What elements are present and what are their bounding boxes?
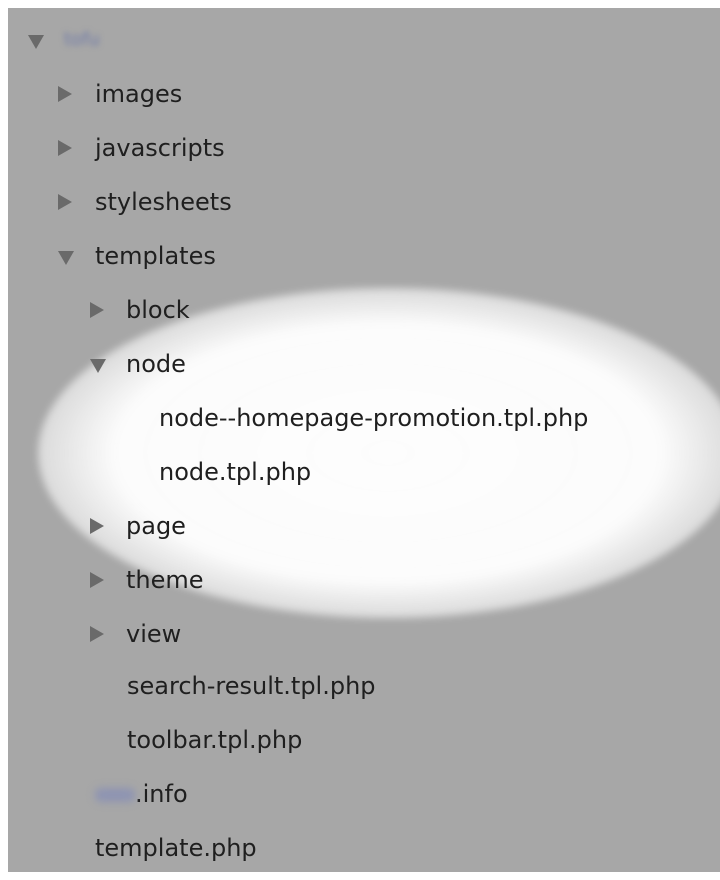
file-label: toolbar.tpl.php xyxy=(127,726,303,754)
redacted-name xyxy=(95,788,135,802)
tree-row-stylesheets[interactable]: stylesheets xyxy=(56,182,232,222)
folder-label: view xyxy=(126,620,182,648)
tree-row-templates[interactable]: templates xyxy=(56,236,216,276)
file-tree: tofu images javascripts stylesheets temp… xyxy=(8,8,720,872)
folder-label: templates xyxy=(95,242,216,270)
tree-row-block[interactable]: block xyxy=(88,290,190,330)
tree-row-root[interactable]: tofu xyxy=(24,20,144,60)
tree-row-file[interactable]: node--homepage-promotion.tpl.php xyxy=(159,398,588,438)
expanded-icon[interactable] xyxy=(90,359,106,373)
tree-row-javascripts[interactable]: javascripts xyxy=(56,128,225,168)
folder-label: theme xyxy=(126,566,204,594)
tree-row-file[interactable]: toolbar.tpl.php xyxy=(127,720,302,760)
folder-label: javascripts xyxy=(95,134,225,162)
file-tree-panel: tofu images javascripts stylesheets temp… xyxy=(8,8,720,872)
file-label: node.tpl.php xyxy=(159,458,312,486)
file-label: template.php xyxy=(95,834,257,862)
tree-row-node[interactable]: node xyxy=(88,344,186,384)
collapsed-icon[interactable] xyxy=(58,86,72,102)
expanded-icon[interactable] xyxy=(28,35,44,49)
tree-row-file[interactable]: template.php xyxy=(95,828,257,868)
folder-label: block xyxy=(126,296,190,324)
collapsed-icon[interactable] xyxy=(58,140,72,156)
tree-row-images[interactable]: images xyxy=(56,74,182,114)
tree-row-file[interactable]: search-result.tpl.php xyxy=(127,666,376,706)
collapsed-icon[interactable] xyxy=(90,518,104,534)
collapsed-icon[interactable] xyxy=(90,626,104,642)
folder-label: images xyxy=(95,80,183,108)
tree-row-page[interactable]: page xyxy=(88,506,186,546)
collapsed-icon[interactable] xyxy=(58,194,72,210)
tree-row-theme[interactable]: theme xyxy=(88,560,204,600)
file-label-suffix: .info xyxy=(135,780,188,808)
tree-row-file[interactable]: node.tpl.php xyxy=(159,452,311,492)
file-label: search-result.tpl.php xyxy=(127,672,376,700)
folder-label: stylesheets xyxy=(95,188,232,216)
folder-label: page xyxy=(126,512,186,540)
expanded-icon[interactable] xyxy=(58,251,74,265)
tree-row-view[interactable]: view xyxy=(88,614,181,654)
root-folder-label: tofu xyxy=(64,29,100,50)
file-label: node--homepage-promotion.tpl.php xyxy=(159,404,589,432)
collapsed-icon[interactable] xyxy=(90,572,104,588)
tree-row-file[interactable]: .info xyxy=(95,774,188,814)
folder-label: node xyxy=(126,350,186,378)
collapsed-icon[interactable] xyxy=(90,302,104,318)
